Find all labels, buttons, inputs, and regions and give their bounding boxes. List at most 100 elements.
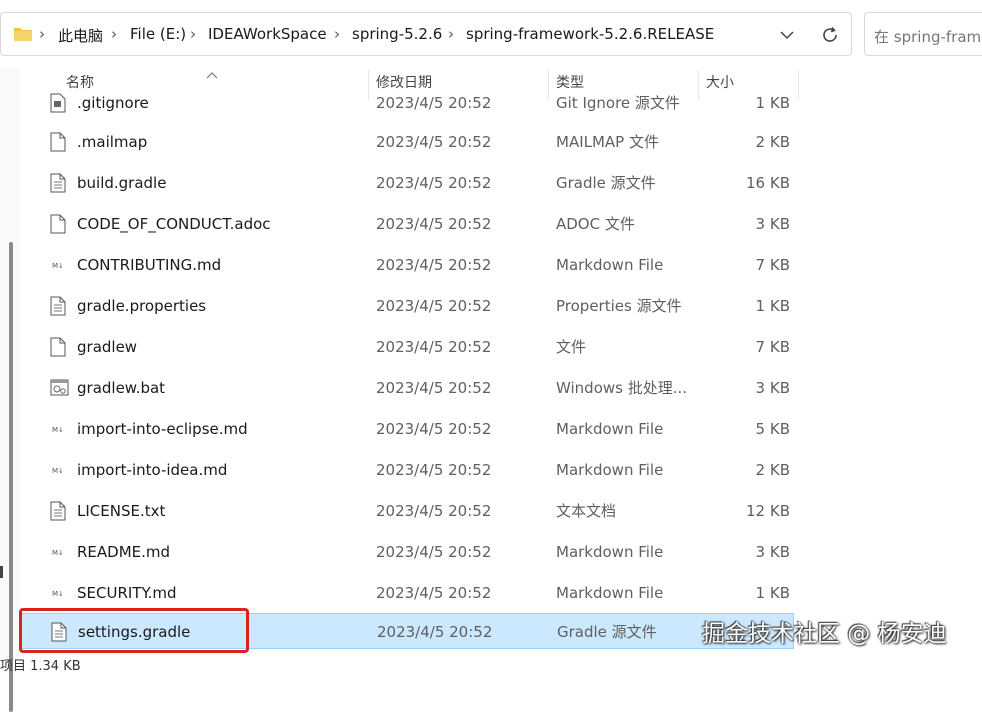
file-size: 2 KB [755,133,790,151]
file-modified: 2023/4/5 20:52 [376,174,492,192]
blank-file-icon [50,214,66,238]
file-type: Git Ignore 源文件 [556,94,680,112]
file-row[interactable]: gradlew.bat 2023/4/5 20:52 Windows 批处理..… [20,368,794,409]
breadcrumb-spring-framework[interactable]: spring-framework-5.2.6.RELEASE [466,25,714,43]
file-name: gradle.properties [77,297,207,315]
watermark: 掘金技术社区 @ 杨安迪 [702,621,947,647]
column-header-size[interactable]: 大小 [706,72,734,92]
file-name: gradlew [77,338,138,356]
file-row[interactable]: build.gradle 2023/4/5 20:52 Gradle 源文件 1… [20,163,794,204]
file-modified: 2023/4/5 20:52 [377,623,493,641]
scrollbar-thumb[interactable] [9,242,13,712]
breadcrumb-drive-e[interactable]: File (E:) [130,25,186,43]
breadcrumb-separator: › [334,25,340,43]
file-row[interactable]: M↓ import-into-idea.md 2023/4/5 20:52 Ma… [20,450,794,491]
text-file-icon [50,93,66,114]
file-size: 16 KB [746,174,790,192]
file-type: 文本文档 [556,502,617,520]
file-row[interactable]: M↓ README.md 2023/4/5 20:52 Markdown Fil… [20,532,794,573]
file-name: README.md [77,543,171,561]
file-name: import-into-eclipse.md [77,420,248,438]
svg-text:M↓: M↓ [52,549,64,557]
breadcrumb-separator: › [448,25,454,43]
file-size: 1 KB [755,297,790,315]
file-name: .mailmap [77,133,148,151]
file-modified: 2023/4/5 20:52 [376,256,492,274]
file-name: build.gradle [77,174,167,192]
svg-text:M↓: M↓ [52,590,64,598]
file-modified: 2023/4/5 20:52 [376,297,492,315]
text-file-icon [50,173,66,197]
file-modified: 2023/4/5 20:52 [376,461,492,479]
address-bar[interactable]: › 此电脑 › File (E:) › IDEAWorkSpace › spri… [0,12,852,56]
file-type: ADOC 文件 [556,215,635,233]
file-type: Gradle 源文件 [556,174,656,192]
breadcrumb-separator: › [39,25,45,43]
file-size: 5 KB [755,420,790,438]
file-modified: 2023/4/5 20:52 [376,584,492,602]
file-modified: 2023/4/5 20:52 [376,543,492,561]
file-row[interactable]: CODE_OF_CONDUCT.adoc 2023/4/5 20:52 ADOC… [20,204,794,245]
breadcrumb-separator: › [111,25,117,43]
file-row[interactable]: M↓ import-into-eclipse.md 2023/4/5 20:52… [20,409,794,450]
breadcrumb-ideaworkspace[interactable]: IDEAWorkSpace [208,25,327,43]
file-modified: 2023/4/5 20:52 [376,94,492,112]
vertical-scrollbar[interactable] [0,68,20,712]
file-type: Gradle 源文件 [557,623,657,641]
file-name: SECURITY.md [77,584,177,602]
file-type: Markdown File [556,584,664,602]
breadcrumb-this-pc[interactable]: 此电脑 [58,25,103,46]
scrollbar-marker [0,566,3,578]
column-header-type[interactable]: 类型 [556,72,584,92]
file-size: 2 KB [755,461,790,479]
markdown-file-icon: M↓ [50,419,66,443]
search-box[interactable]: 在 spring-frame [864,12,982,56]
file-type: 文件 [556,338,587,356]
svg-text:M↓: M↓ [52,262,64,270]
file-size: 3 KB [755,379,790,397]
file-row[interactable]: .mailmap 2023/4/5 20:52 MAILMAP 文件 2 KB [20,122,794,163]
search-placeholder: 在 spring-frame [874,28,982,46]
markdown-file-icon: M↓ [50,542,66,566]
column-header-modified[interactable]: 修改日期 [376,72,432,92]
file-modified: 2023/4/5 20:52 [376,215,492,233]
file-size: 3 KB [755,543,790,561]
breadcrumb-spring-526[interactable]: spring-5.2.6 [352,25,442,43]
file-row[interactable]: gradlew 2023/4/5 20:52 文件 7 KB [20,327,794,368]
file-modified: 2023/4/5 20:52 [376,338,492,356]
file-name: CONTRIBUTING.md [77,256,222,274]
file-modified: 2023/4/5 20:52 [376,420,492,438]
svg-text:M↓: M↓ [52,426,64,434]
file-type: Markdown File [556,543,664,561]
file-size: 3 KB [755,215,790,233]
markdown-file-icon: M↓ [50,255,66,279]
file-row[interactable]: LICENSE.txt 2023/4/5 20:52 文本文档 12 KB [20,491,794,532]
svg-text:M↓: M↓ [52,467,64,475]
file-modified: 2023/4/5 20:52 [376,133,492,151]
markdown-file-icon: M↓ [50,460,66,484]
blank-file-icon [50,132,66,156]
file-row-partial[interactable]: .gitignore 2023/4/5 20:52 Git Ignore 源文件… [20,92,982,114]
file-row[interactable]: gradle.properties 2023/4/5 20:52 Propert… [20,286,794,327]
file-type: Properties 源文件 [556,297,682,315]
file-size: 12 KB [746,502,790,520]
chevron-down-icon[interactable] [779,27,795,47]
markdown-file-icon: M↓ [50,583,66,607]
file-name: CODE_OF_CONDUCT.adoc [77,215,271,233]
blank-file-icon [50,337,66,361]
file-type: Markdown File [556,420,664,438]
file-size: 1 KB [755,584,790,602]
refresh-icon[interactable] [820,25,840,49]
status-bar-text: 项目 1.34 KB [0,659,81,674]
file-size: 7 KB [755,256,790,274]
file-modified: 2023/4/5 20:52 [376,379,492,397]
file-name: import-into-idea.md [77,461,228,479]
sort-ascending-icon [206,64,218,83]
file-row[interactable]: M↓ CONTRIBUTING.md 2023/4/5 20:52 Markdo… [20,245,794,286]
text-file-icon [50,501,66,525]
file-size: 7 KB [755,338,790,356]
column-header-name[interactable]: 名称 [66,72,94,92]
file-type: Markdown File [556,461,664,479]
annotation-highlight-box [19,608,249,653]
file-name: gradlew.bat [77,379,166,397]
